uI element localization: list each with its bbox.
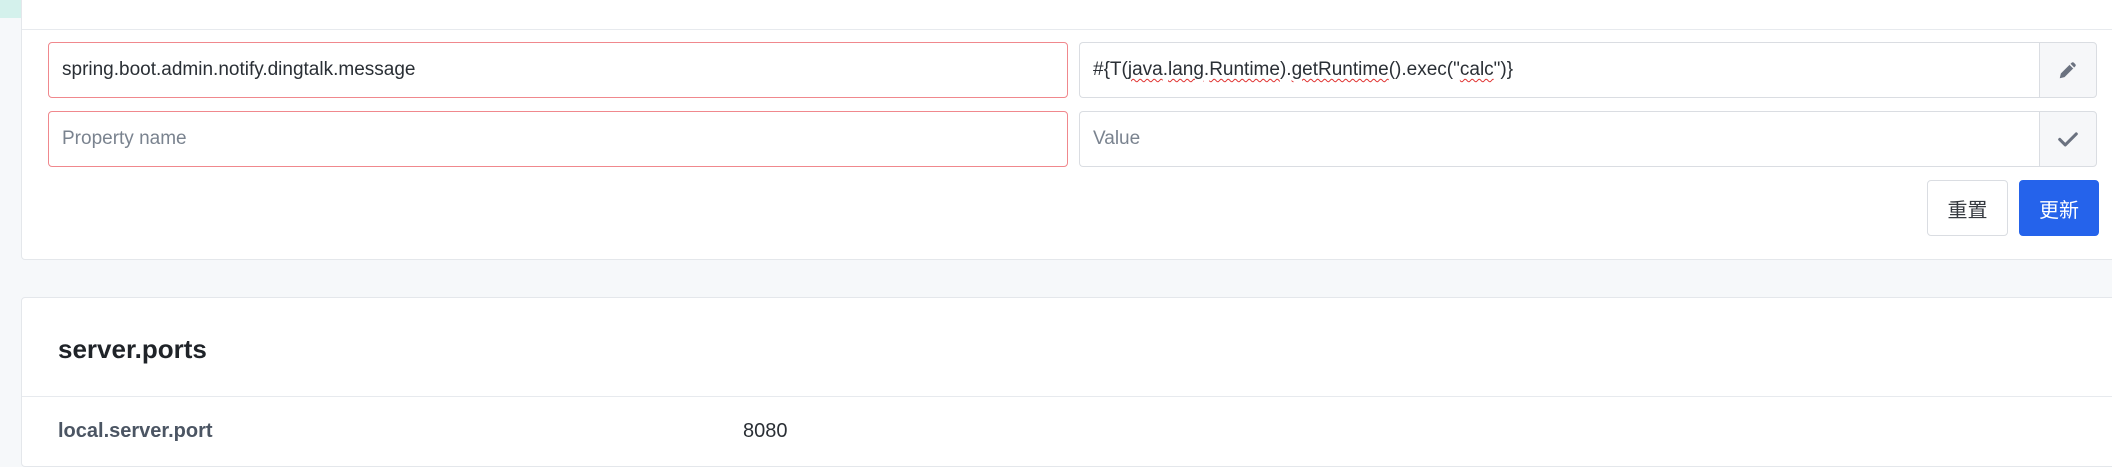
property-editor-card: spring.boot.admin.notify.dingtalk.messag… <box>21 0 2112 260</box>
update-button[interactable]: 更新 <box>2019 180 2099 236</box>
reset-button[interactable]: 重置 <box>1927 180 2008 236</box>
property-name-input[interactable]: spring.boot.admin.notify.dingtalk.messag… <box>48 42 1068 98</box>
confirm-value-button[interactable] <box>2039 111 2097 167</box>
corner-decoration <box>0 0 22 18</box>
property-value: 8080 <box>743 420 788 442</box>
check-icon <box>2058 132 2078 147</box>
property-value-placeholder: Value <box>1093 128 1141 149</box>
new-property-name-input[interactable]: Property name <box>48 111 1068 167</box>
section-divider <box>22 396 2112 397</box>
edit-value-button[interactable] <box>2039 42 2097 98</box>
card-divider <box>22 29 2112 30</box>
property-name-placeholder: Property name <box>62 128 187 149</box>
property-value-text: #{T(java.lang.Runtime).getRuntime().exec… <box>1093 59 1514 80</box>
new-property-value-input[interactable]: Value <box>1079 111 2039 167</box>
section-title: server.ports <box>58 334 207 364</box>
pencil-icon <box>2059 62 2076 79</box>
property-key: local.server.port <box>58 420 213 442</box>
property-name-text: spring.boot.admin.notify.dingtalk.messag… <box>62 59 416 80</box>
property-value-input[interactable]: #{T(java.lang.Runtime).getRuntime().exec… <box>1079 42 2039 98</box>
